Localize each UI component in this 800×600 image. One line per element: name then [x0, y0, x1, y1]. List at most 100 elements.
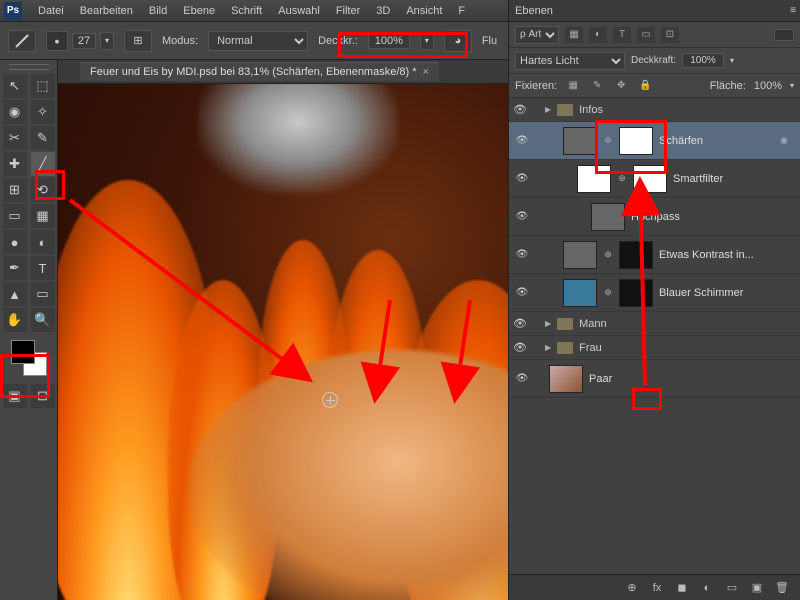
layer-name[interactable]: Hochpass [631, 211, 796, 223]
disclosure-icon[interactable]: ▶ [545, 343, 551, 352]
tool-pen[interactable]: ✒ [3, 256, 27, 280]
mask-thumb[interactable] [633, 165, 667, 193]
layer-name[interactable]: Etwas Kontrast in... [659, 249, 796, 261]
lock-pos-icon[interactable]: ✥ [613, 79, 629, 93]
visibility-icon[interactable]: 👁 [513, 287, 531, 298]
visibility-icon[interactable]: 👁 [513, 373, 531, 384]
screenmode-icon[interactable]: ⊡ [31, 384, 55, 408]
layer-row[interactable]: 👁 ⊕ Smartfilter [509, 160, 800, 198]
menu-ebene[interactable]: Ebene [175, 5, 223, 17]
tool-type[interactable]: T [31, 256, 55, 280]
tool-dodge[interactable]: ◐ [31, 230, 55, 254]
layer-row[interactable]: 👁 Hochpass [509, 198, 800, 236]
layers-panel-tab[interactable]: Ebenen ≡ [509, 0, 800, 22]
lock-pixel-icon[interactable]: ✎ [589, 79, 605, 93]
menu-fenster-trunc[interactable]: F [450, 5, 473, 17]
visibility-icon[interactable]: 👁 [513, 211, 531, 222]
layer-opacity-value[interactable]: 100% [682, 53, 724, 68]
layer-thumb[interactable] [577, 165, 611, 193]
link-icon[interactable]: ⊕ [603, 135, 613, 146]
visibility-icon[interactable]: 👁 [513, 135, 531, 146]
filter-shape-icon[interactable]: ▭ [637, 27, 655, 43]
tool-move[interactable]: ↖ [3, 74, 27, 98]
visibility-icon[interactable]: 👁 [513, 173, 531, 184]
tool-history-brush[interactable]: ⟲ [31, 178, 55, 202]
color-swatches[interactable] [11, 340, 47, 376]
fill-dd[interactable]: ▾ [790, 81, 794, 90]
link-icon[interactable]: ⊕ [603, 249, 613, 260]
new-layer-icon[interactable]: ▣ [747, 580, 767, 596]
tool-brush[interactable]: ╱ [31, 152, 55, 176]
layer-name[interactable]: Schärfen [659, 135, 774, 147]
active-tool-icon[interactable] [8, 30, 36, 52]
layer-row[interactable]: 👁 Paar [509, 360, 800, 398]
mask-thumb[interactable] [619, 241, 653, 269]
layer-row[interactable]: 👁 ⊕ Schärfen ◉ [509, 122, 800, 160]
fx-icon[interactable]: fx [647, 580, 667, 596]
visibility-icon[interactable]: 👁 [513, 249, 531, 260]
tool-shape[interactable]: ▭ [31, 282, 55, 306]
layer-list[interactable]: 👁 ▶ Infos👁 ⊕ Schärfen ◉👁 ⊕ Smartfilter 👁… [509, 98, 800, 574]
mask-thumb[interactable] [619, 127, 653, 155]
layer-row[interactable]: 👁 ⊕ Etwas Kontrast in... [509, 236, 800, 274]
tool-blur[interactable]: ● [3, 230, 27, 254]
filter-pixel-icon[interactable]: ▦ [565, 27, 583, 43]
brush-panel-toggle[interactable]: ⊞ [124, 30, 152, 52]
filter-toggle[interactable] [774, 29, 794, 41]
link-layers-icon[interactable]: ⊕ [622, 580, 642, 596]
add-mask-icon[interactable]: ◼ [672, 580, 692, 596]
tool-marquee[interactable]: ⬚ [31, 74, 55, 98]
layer-thumb[interactable] [563, 279, 597, 307]
visibility-icon[interactable]: 👁 [513, 103, 527, 116]
layer-name[interactable]: Frau [579, 342, 602, 354]
disclosure-icon[interactable]: ▶ [545, 319, 551, 328]
layer-row[interactable]: 👁 ▶ Frau [509, 336, 800, 360]
foreground-color[interactable] [11, 340, 35, 364]
opacity-dropdown[interactable]: ▾ [420, 32, 434, 50]
menu-datei[interactable]: Datei [30, 5, 72, 17]
pressure-opacity-icon[interactable]: ◕ [444, 30, 472, 52]
layer-opacity-dd[interactable]: ▾ [730, 56, 734, 65]
opacity-value[interactable]: 100% [368, 33, 410, 49]
menu-3d[interactable]: 3D [368, 5, 398, 17]
document-tab[interactable]: Feuer und Eis by MDI.psd bei 83,1% (Schä… [80, 62, 439, 81]
filter-type-icon[interactable]: T [613, 27, 631, 43]
blend-mode-select[interactable]: Normal [208, 31, 308, 51]
layer-blend-mode[interactable]: Hartes Licht [515, 52, 625, 70]
menu-auswahl[interactable]: Auswahl [270, 5, 328, 17]
tool-hand[interactable]: ✋ [3, 308, 27, 332]
filter-adjust-icon[interactable]: ◐ [589, 27, 607, 43]
tool-magic-wand[interactable]: ✧ [31, 100, 55, 124]
new-group-icon[interactable]: ▭ [722, 580, 742, 596]
layer-thumb[interactable] [549, 365, 583, 393]
layer-name[interactable]: Blauer Schimmer [659, 287, 796, 299]
layer-thumb[interactable] [591, 203, 625, 231]
quickmask-icon[interactable]: ▣ [3, 384, 27, 408]
brush-preset[interactable]: • 27 ▾ [46, 31, 114, 51]
link-icon[interactable]: ⊕ [617, 173, 627, 184]
visibility-icon[interactable]: 👁 [513, 341, 527, 354]
filter-smart-icon[interactable]: ⊡ [661, 27, 679, 43]
visibility-icon[interactable]: 👁 [513, 317, 527, 330]
delete-layer-icon[interactable]: 🗑 [772, 580, 792, 596]
menu-bearbeiten[interactable]: Bearbeiten [72, 5, 141, 17]
tool-path-select[interactable]: ▲ [3, 282, 27, 306]
tool-heal[interactable]: ✚ [3, 152, 27, 176]
panel-menu-icon[interactable]: ≡ [790, 5, 796, 16]
tool-gradient[interactable]: ▦ [31, 204, 55, 228]
layer-thumb[interactable] [563, 127, 597, 155]
tool-eyedropper[interactable]: ✎ [31, 126, 55, 150]
fill-value[interactable]: 100% [754, 80, 782, 92]
layer-kind-filter[interactable]: ρ Art [515, 26, 559, 44]
tool-crop[interactable]: ✂ [3, 126, 27, 150]
disclosure-icon[interactable]: ▶ [545, 105, 551, 114]
new-adjust-icon[interactable]: ◐ [697, 580, 717, 596]
layer-row[interactable]: 👁 ▶ Mann [509, 312, 800, 336]
close-icon[interactable]: × [423, 66, 429, 78]
fx-badge[interactable]: ◉ [780, 135, 796, 146]
link-icon[interactable]: ⊕ [603, 287, 613, 298]
layer-row[interactable]: 👁 ⊕ Blauer Schimmer [509, 274, 800, 312]
menu-filter[interactable]: Filter [328, 5, 368, 17]
tool-zoom[interactable]: 🔍 [31, 308, 55, 332]
lock-trans-icon[interactable]: ▦ [565, 79, 581, 93]
